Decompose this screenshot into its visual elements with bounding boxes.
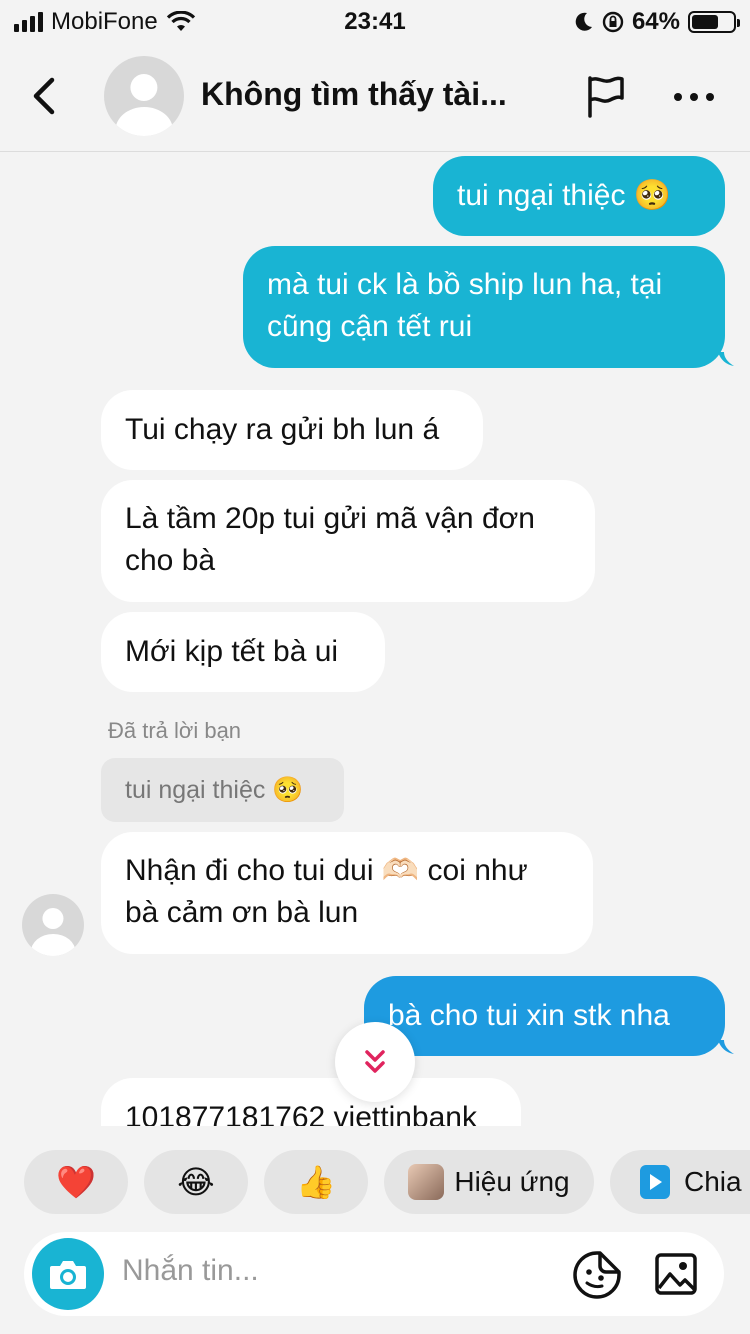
share-button[interactable]: Chia s [610, 1150, 750, 1214]
moon-icon [575, 12, 592, 31]
chat-header: Không tìm thấy tài... [0, 42, 750, 152]
quote-text: tui ngại thiệc 🥺 [125, 776, 304, 804]
message-bubble-incoming[interactable]: Tui chạy ra gửi bh lun á [101, 390, 483, 470]
camera-button[interactable] [32, 1238, 104, 1310]
play-icon [640, 1165, 670, 1199]
back-arrow-icon[interactable] [26, 74, 66, 118]
message-text: Mới kịp tết bà ui [125, 635, 339, 668]
message-text: bà cho tui xin stk nha [388, 999, 670, 1032]
scroll-to-bottom-button[interactable] [335, 1022, 415, 1102]
effect-thumbnail-icon [408, 1164, 445, 1200]
reaction-laugh-button[interactable]: 😂 [144, 1150, 248, 1214]
message-bubble-outgoing[interactable]: bà cho tui xin stk nha [364, 976, 725, 1056]
message-input[interactable]: Nhắn tin... [122, 1254, 259, 1288]
reaction-heart-button[interactable]: ❤️ [24, 1150, 128, 1214]
contact-name[interactable]: Không tìm thấy tài... [201, 76, 507, 113]
message-bubble-incoming[interactable]: Mới kịp tết bà ui [101, 612, 385, 692]
more-options-icon[interactable] [672, 82, 716, 112]
bubble-tail [718, 352, 734, 366]
message-bubble-outgoing[interactable]: tui ngại thiệc 🥺 [433, 156, 725, 236]
heart-emoji-icon: ❤️ [56, 1164, 96, 1200]
battery-percent: 64% [631, 8, 680, 35]
message-list[interactable]: tui ngại thiệc 🥺 mà tui ck là bồ ship lu… [0, 152, 750, 1126]
message-bubble-outgoing[interactable]: mà tui ck là bồ ship lun ha, tại cũng cậ… [243, 246, 725, 368]
reaction-thumbs-up-button[interactable]: 👍 [264, 1150, 368, 1214]
message-bubble-incoming[interactable]: Là tầm 20p tui gửi mã vận đơn cho bà [101, 480, 595, 602]
bubble-tail [718, 1040, 734, 1054]
camera-icon [50, 1261, 86, 1289]
replied-message-quote[interactable]: tui ngại thiệc 🥺 [101, 758, 344, 822]
message-text: Nhận đi cho tui dui 🫶🏻 coi như bà cảm ơn… [125, 854, 528, 929]
contact-avatar[interactable] [104, 56, 184, 136]
battery-icon [688, 11, 740, 33]
quick-reaction-bar: ❤️ 😂 👍 Hiệu ứng Chia s [0, 1148, 750, 1216]
effects-label: Hiệu ứng [454, 1166, 570, 1197]
message-text: Tui chạy ra gửi bh lun á [125, 413, 440, 446]
orientation-lock-icon [602, 11, 624, 33]
message-text: Là tầm 20p tui gửi mã vận đơn cho bà [125, 502, 535, 577]
sender-avatar[interactable] [22, 894, 84, 956]
sticker-icon[interactable] [572, 1250, 622, 1300]
message-text: mà tui ck là bồ ship lun ha, tại cũng cậ… [267, 268, 663, 343]
report-flag-icon[interactable] [584, 74, 628, 118]
share-label: Chia s [684, 1166, 750, 1197]
status-bar: MobiFone 23:41 64% [0, 0, 750, 42]
message-bubble-incoming[interactable]: 101877181762 viettinbank [101, 1078, 521, 1126]
message-text: 101877181762 viettinbank [125, 1101, 477, 1126]
double-chevron-down-icon [365, 1050, 385, 1073]
gallery-icon[interactable] [654, 1252, 698, 1296]
reply-label: Đã trả lời bạn [108, 718, 242, 743]
message-bubble-incoming[interactable]: Nhận đi cho tui dui 🫶🏻 coi như bà cảm ơn… [101, 832, 593, 954]
effects-button[interactable]: Hiệu ứng [384, 1150, 594, 1214]
thumbs-up-emoji-icon: 👍 [296, 1164, 336, 1200]
message-text: tui ngại thiệc 🥺 [457, 179, 672, 212]
message-composer: Nhắn tin... [24, 1232, 724, 1316]
laughing-emoji-icon: 😂 [177, 1164, 215, 1200]
